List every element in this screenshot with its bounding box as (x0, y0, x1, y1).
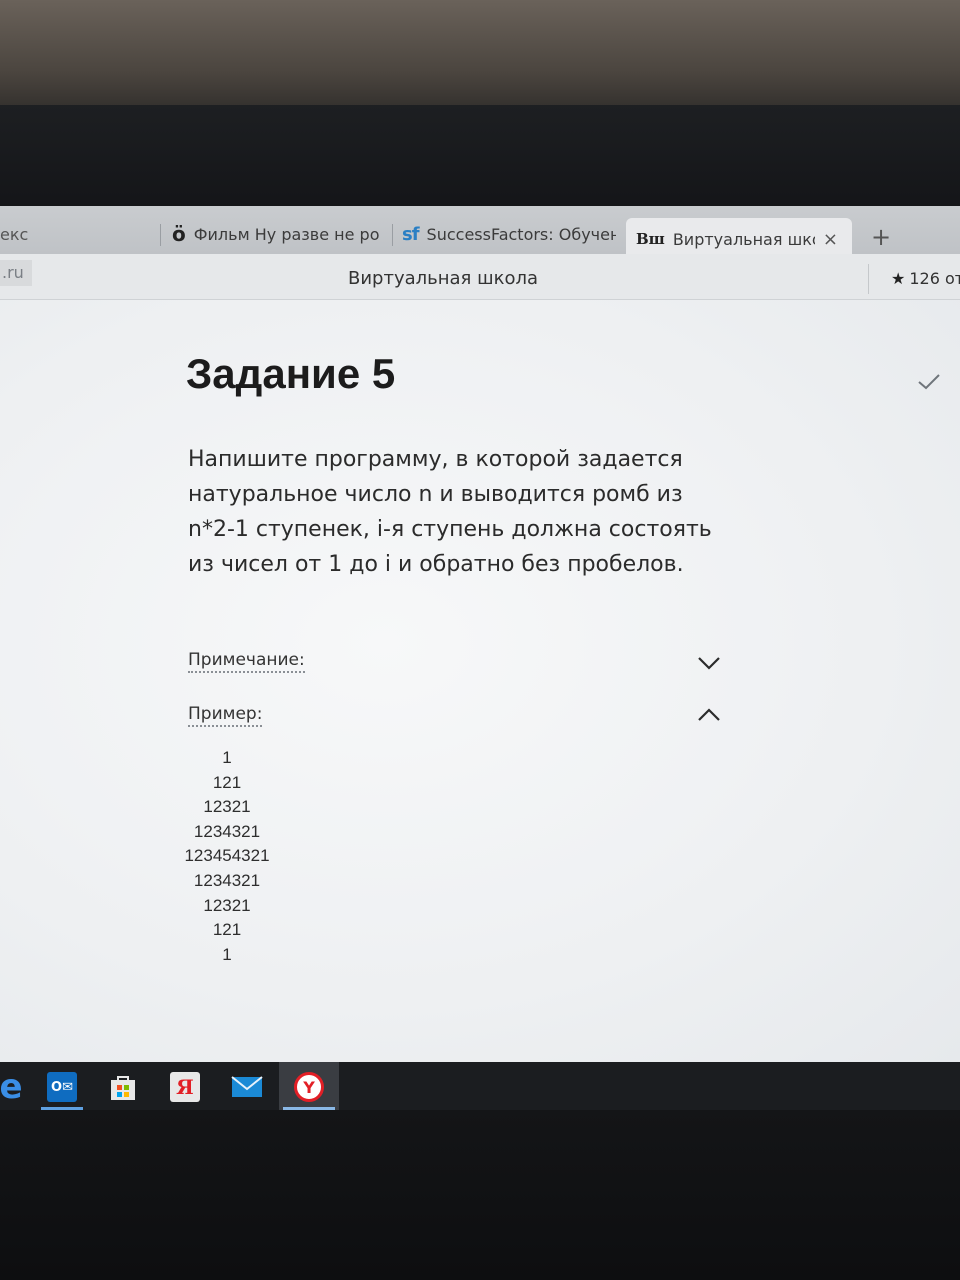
output-line: 12321 (203, 797, 251, 817)
tab-label: SuccessFactors: Обучен (426, 224, 616, 244)
taskbar: e O✉ Я Y (0, 1062, 960, 1112)
new-tab-button[interactable]: + (866, 222, 896, 252)
example-section-label[interactable]: Пример: (188, 704, 263, 727)
close-icon[interactable]: × (823, 229, 838, 250)
yandex-button[interactable]: Я (160, 1062, 210, 1112)
output-line: 12321 (203, 895, 251, 915)
edge-button[interactable]: e (0, 1062, 36, 1112)
output-line: 1 (222, 944, 232, 964)
output-line: 123454321 (184, 846, 270, 866)
check-icon (918, 374, 940, 390)
tab-separator (392, 224, 393, 246)
yandex-browser-button[interactable]: Y (279, 1062, 339, 1112)
page-content: Задание 5 Напишите программу, в которой … (0, 300, 960, 1062)
yandex-browser-icon: Y (294, 1072, 324, 1102)
tab-separator (160, 224, 161, 246)
star-icon: ★ (891, 269, 906, 288)
url-field[interactable]: .ru (0, 260, 32, 286)
output-line: 1 (222, 748, 232, 767)
store-button[interactable] (98, 1062, 148, 1112)
yandex-icon: Я (170, 1072, 200, 1102)
output-line: 1234321 (193, 821, 261, 841)
example-output: 1 121 12321 1234321 123454321 1234321 12… (178, 746, 276, 967)
tab-film[interactable]: ö Фильм Ну разве не ро (172, 214, 384, 254)
tab-label: Виртуальная школа (672, 229, 815, 249)
monitor-bezel-bottom (0, 1110, 960, 1280)
mail-icon (231, 1076, 263, 1097)
output-line: 1234321 (193, 870, 261, 890)
outlook-button[interactable]: O✉ (37, 1062, 87, 1112)
address-bar: .ru Виртуальная школа ★ 126 от (0, 254, 960, 300)
mail-button[interactable] (222, 1062, 272, 1112)
background-desk (0, 0, 960, 120)
task-description: Напишите программу, в которой задается н… (188, 447, 712, 577)
tab-successfactors[interactable]: sf SuccessFactors: Обучен (402, 214, 616, 254)
page-title: Виртуальная школа (348, 268, 538, 289)
output-line: 121 (212, 920, 242, 940)
chevron-down-icon[interactable] (696, 654, 722, 672)
output-line: 121 (212, 772, 242, 792)
vsh-icon: Bш (636, 230, 665, 248)
note-section-label[interactable]: Примечание: (188, 650, 305, 673)
edge-icon: e (0, 1067, 23, 1107)
monitor-bezel-top (0, 105, 960, 210)
task-title: Задание 5 (186, 350, 396, 397)
rating-text: 126 от (909, 269, 960, 288)
browser-tab-strip: екс ö Фильм Ну разве не ро sf SuccessFac… (0, 206, 960, 260)
tab-partial[interactable]: екс (0, 214, 150, 254)
sf-icon: sf (402, 223, 420, 245)
film-icon: ö (172, 222, 186, 246)
tab-label: екс (0, 224, 29, 244)
tab-label: Фильм Ну разве не ро (193, 224, 380, 244)
store-icon (111, 1076, 135, 1100)
outlook-icon: O✉ (47, 1072, 77, 1102)
chevron-up-icon[interactable] (696, 706, 722, 724)
rating-badge[interactable]: ★ 126 от (868, 264, 960, 294)
